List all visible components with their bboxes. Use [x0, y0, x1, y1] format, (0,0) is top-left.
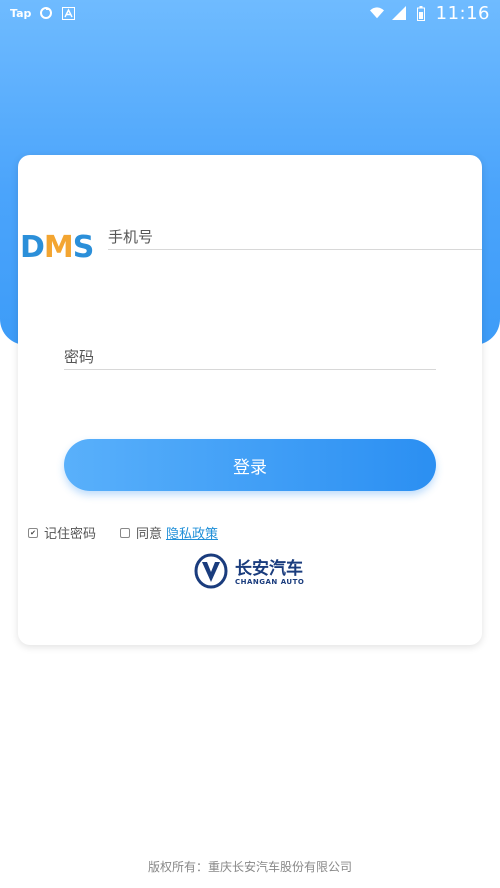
logo-letter-s: S — [72, 230, 95, 265]
agree-option[interactable]: 同意 隐私政策 — [120, 523, 218, 542]
changan-v-logo-icon — [193, 553, 229, 593]
logo-letter-d: D — [20, 230, 45, 265]
password-field — [64, 347, 436, 370]
remember-password-option[interactable]: ✔ 记住密码 — [28, 523, 96, 542]
signal-icon — [391, 6, 406, 20]
login-card: DMS 登录 ✔ 记住密码 同意 隐私政策 长安汽车 CHANGAN AUTO — [18, 155, 482, 645]
sync-icon — [39, 6, 53, 20]
password-input[interactable] — [64, 347, 436, 367]
remember-label: 记住密码 — [44, 527, 97, 542]
agree-checkbox[interactable] — [120, 527, 130, 538]
wifi-icon — [369, 6, 384, 20]
status-app-label: Tap — [10, 6, 32, 20]
privacy-policy-link[interactable]: 隐私政策 — [166, 523, 218, 542]
brand-name-cn: 长安汽车 — [235, 558, 303, 579]
phone-field — [108, 227, 482, 250]
a-badge-icon — [61, 6, 75, 20]
status-bar: Tap 11:16 — [0, 0, 500, 26]
status-time: 11:16 — [435, 2, 490, 24]
remember-checkbox[interactable]: ✔ — [28, 527, 38, 538]
agree-label: 同意 — [136, 527, 163, 542]
changan-brand: 长安汽车 CHANGAN AUTO — [193, 553, 323, 593]
copyright-text: 版权所有：重庆长安汽车股份有限公司 — [147, 860, 352, 874]
login-button[interactable]: 登录 — [64, 439, 436, 491]
brand-name-en: CHANGAN AUTO — [235, 577, 305, 586]
login-options: ✔ 记住密码 同意 隐私政策 — [28, 523, 468, 543]
dms-logo: DMS — [20, 231, 108, 265]
logo-letter-m: M — [43, 230, 74, 265]
phone-input[interactable] — [108, 227, 482, 247]
battery-icon — [414, 5, 428, 21]
